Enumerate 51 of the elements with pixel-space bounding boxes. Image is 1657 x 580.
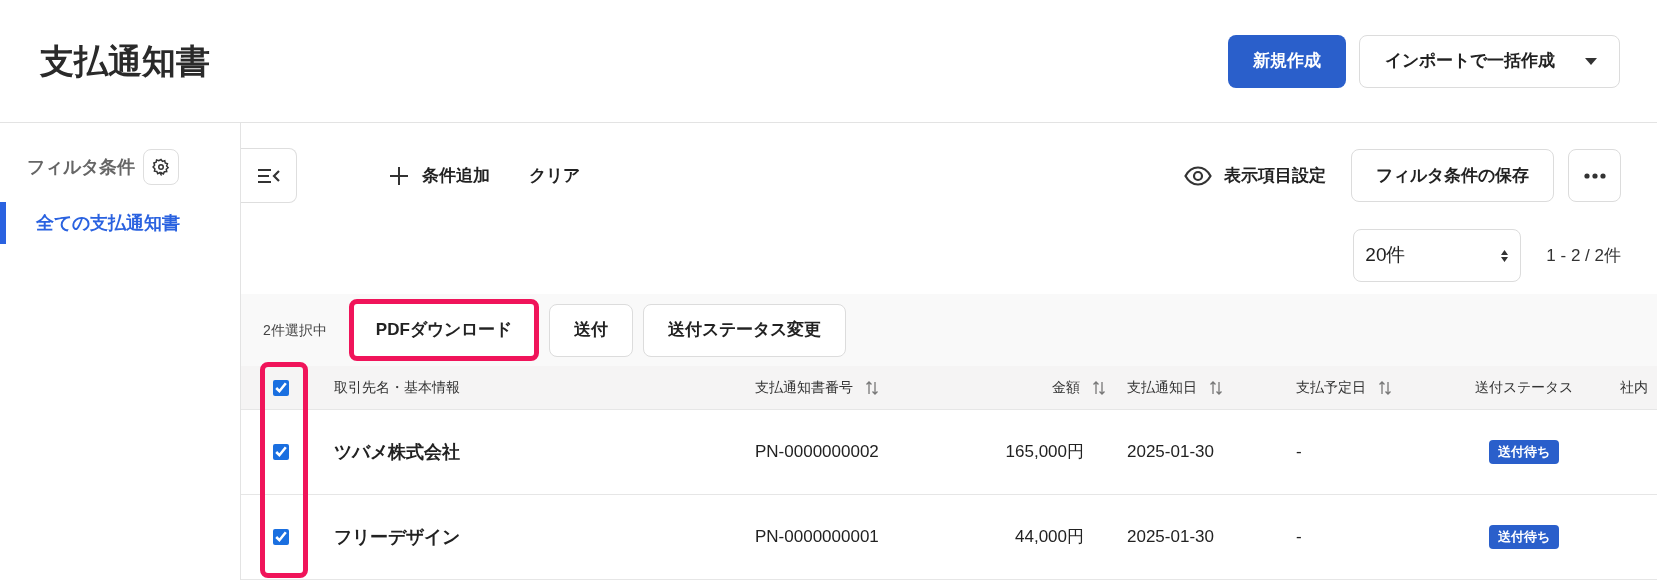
column-header: 取引先名・基本情報 <box>334 378 460 397</box>
column-header: 支払通知日 <box>1127 378 1197 397</box>
settings-icon <box>152 158 170 176</box>
page-title: 支払通知書 <box>40 40 210 82</box>
column-header: 支払通知書番号 <box>755 378 853 397</box>
selected-count: 2件選択中 <box>263 320 327 340</box>
sidebar-heading: フィルタ条件 <box>27 155 135 179</box>
add-condition-button[interactable]: 条件追加 <box>390 162 490 189</box>
sort-icon[interactable] <box>865 379 879 396</box>
more-icon <box>1583 172 1606 179</box>
plus-icon <box>390 166 408 185</box>
column-header: 社内 <box>1620 378 1648 397</box>
partner-name[interactable]: フリーデザイン <box>334 526 460 547</box>
display-settings-button[interactable]: 表示項目設定 <box>1184 162 1326 189</box>
eye-icon <box>1184 165 1212 186</box>
page-range: 1 - 2 / 2件 <box>1546 244 1621 267</box>
row-checkbox[interactable] <box>273 444 289 460</box>
table-cell-text: 44,000円 <box>1015 526 1084 549</box>
sidebar-item[interactable]: 全ての支払通知書 <box>0 202 240 244</box>
row-checkbox[interactable] <box>273 529 289 545</box>
partner-name[interactable]: ツバメ株式会社 <box>334 441 460 462</box>
create-button[interactable]: 新規作成 <box>1228 34 1346 88</box>
status-badge: 送付待ち <box>1489 525 1559 549</box>
settings-button[interactable] <box>143 149 179 185</box>
clear-button[interactable]: クリア <box>529 162 580 189</box>
status-badge: 送付待ち <box>1489 440 1559 464</box>
more-button[interactable] <box>1568 149 1621 202</box>
bulk-action-button[interactable]: 送付 <box>548 303 633 357</box>
table-cell: - <box>1296 442 1302 462</box>
updown-icon <box>1501 249 1509 262</box>
column-header: 送付ステータス <box>1475 378 1573 397</box>
column-header: 支払予定日 <box>1296 378 1366 397</box>
per-page-select[interactable]: 20件 <box>1353 229 1522 282</box>
bulk-action-button[interactable]: 送付ステータス変更 <box>642 303 846 357</box>
collapse-icon <box>256 166 281 185</box>
column-header: 金額 <box>1052 378 1080 397</box>
bulk-action-button[interactable]: PDFダウンロード <box>348 299 539 361</box>
sort-icon[interactable] <box>1209 379 1223 396</box>
select-all-checkbox[interactable] <box>273 379 289 396</box>
caret-icon <box>1585 57 1597 65</box>
collapse-sidebar-button[interactable] <box>241 148 297 203</box>
sort-icon[interactable] <box>1378 379 1392 396</box>
import-dropdown-button[interactable]: インポートで一括作成 <box>1359 34 1620 88</box>
table-cell: PN-0000000001 <box>755 527 879 547</box>
save-filter-button[interactable]: フィルタ条件の保存 <box>1351 149 1554 202</box>
table-cell: PN-0000000002 <box>755 442 879 462</box>
table-cell: 2025-01-30 <box>1127 527 1214 547</box>
sort-icon[interactable] <box>1092 379 1106 396</box>
table-cell: 2025-01-30 <box>1127 442 1214 462</box>
table-cell: - <box>1296 527 1302 547</box>
table-cell-text: 165,000円 <box>1005 441 1084 464</box>
